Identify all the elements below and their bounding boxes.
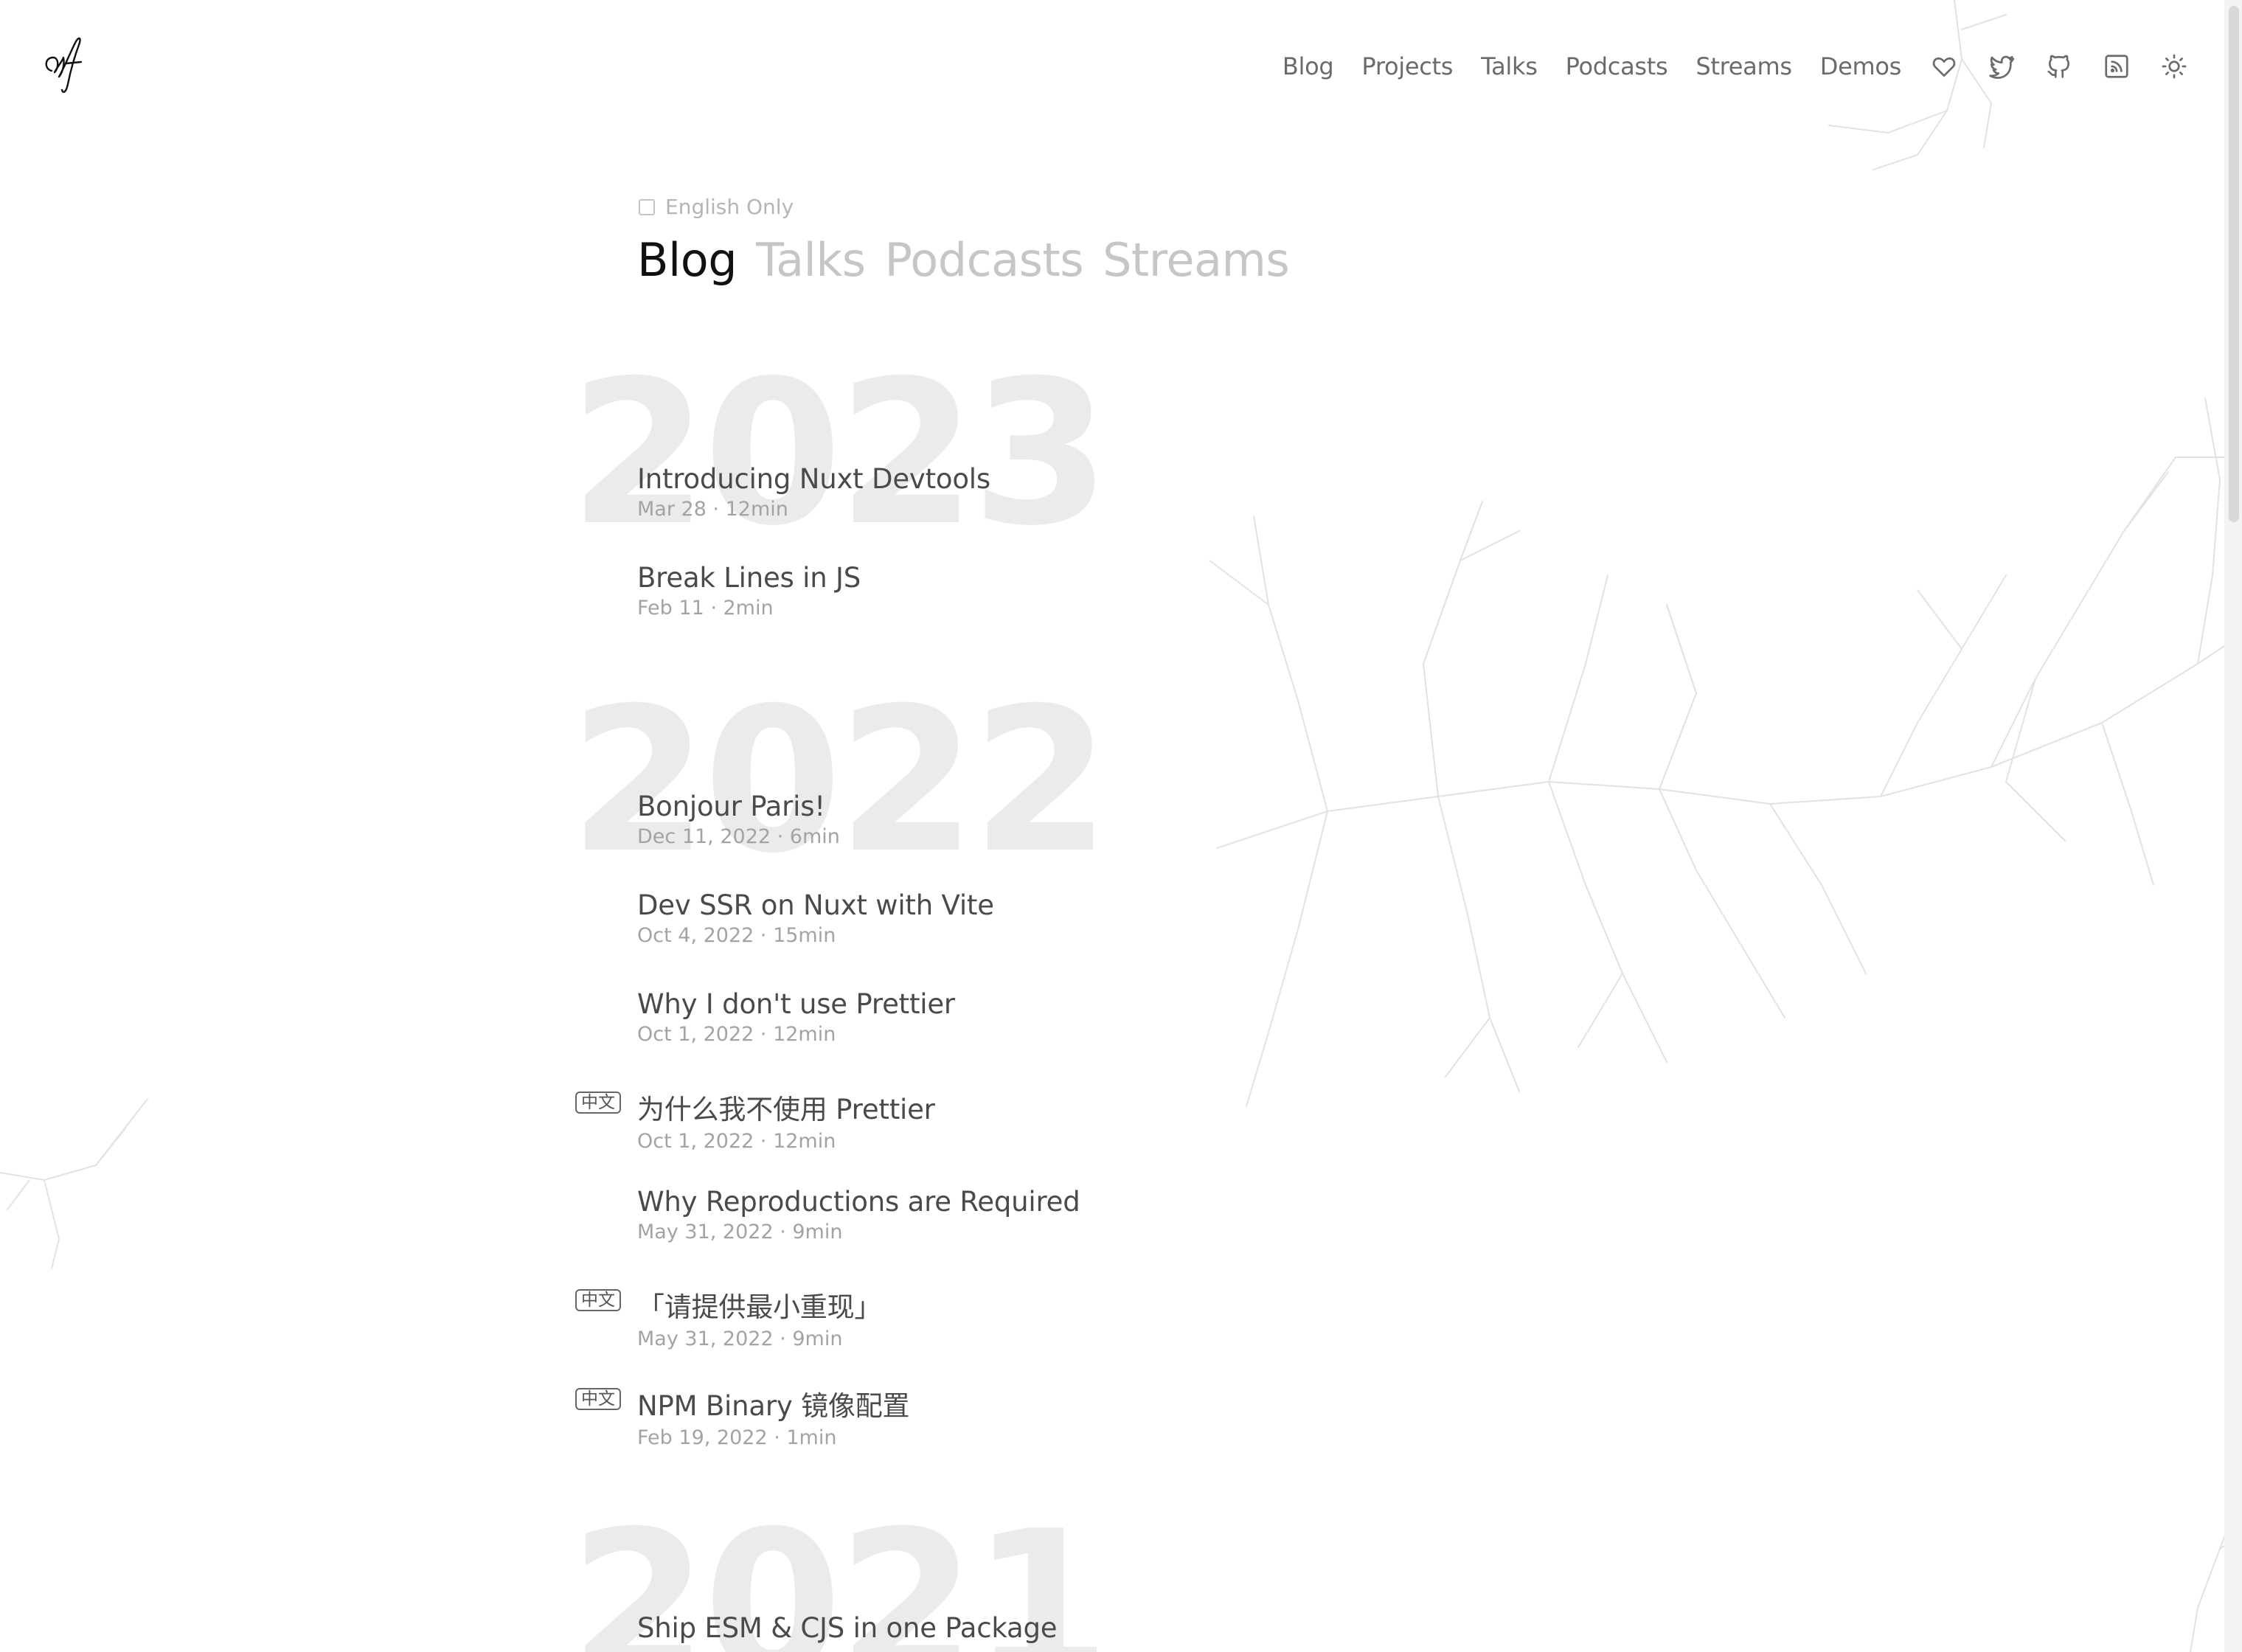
post-item[interactable]: Bonjour Paris! Dec 11, 2022 · 6min: [637, 791, 840, 848]
twitter-icon[interactable]: [1987, 52, 2016, 81]
nav-blog[interactable]: Blog: [1283, 52, 1334, 80]
post-item[interactable]: 中文 NPM Binary 镜像配置 Feb 19, 2022 · 1min: [575, 1384, 910, 1449]
sun-icon[interactable]: [2159, 52, 2189, 81]
tab-blog[interactable]: Blog: [637, 233, 738, 287]
post-title[interactable]: Break Lines in JS: [637, 562, 861, 594]
post-item[interactable]: Ship ESM & CJS in one Package: [637, 1612, 1057, 1644]
scrollbar-thumb[interactable]: [2229, 6, 2239, 522]
post-meta: May 31, 2022 · 9min: [637, 1328, 843, 1350]
section-tabs: Blog Talks Podcasts Streams: [637, 233, 1308, 287]
post-meta: Dec 11, 2022 · 6min: [637, 825, 840, 848]
nav-talks[interactable]: Talks: [1481, 52, 1538, 80]
heart-icon[interactable]: [1929, 52, 1959, 81]
post-title[interactable]: Dev SSR on Nuxt with Vite: [637, 889, 994, 921]
year-heading-2022: 2022: [569, 664, 1110, 897]
tab-talks[interactable]: Talks: [756, 233, 866, 287]
post-item[interactable]: Why I don't use Prettier Oct 1, 2022 · 1…: [637, 988, 955, 1046]
english-only-toggle[interactable]: English Only: [639, 195, 794, 219]
post-title[interactable]: NPM Binary 镜像配置: [637, 1384, 910, 1423]
nav-demos[interactable]: Demos: [1820, 52, 1902, 80]
nav-streams[interactable]: Streams: [1696, 52, 1792, 80]
post-title[interactable]: Why I don't use Prettier: [637, 988, 955, 1020]
post-item[interactable]: Break Lines in JS Feb 11 · 2min: [637, 562, 861, 620]
post-item[interactable]: 中文 为什么我不使用 Prettier Oct 1, 2022 · 12min: [575, 1087, 935, 1153]
language-badge: 中文: [575, 1289, 621, 1311]
language-badge: 中文: [575, 1388, 621, 1410]
top-nav: Blog Projects Talks Podcasts Streams Dem…: [1254, 43, 2189, 90]
english-only-checkbox[interactable]: [639, 198, 655, 215]
post-item[interactable]: Introducing Nuxt Devtools Mar 28 · 12min: [637, 463, 990, 521]
english-only-label: English Only: [665, 195, 794, 219]
signature-logo[interactable]: [41, 32, 86, 96]
tab-podcasts[interactable]: Podcasts: [885, 233, 1084, 287]
post-item[interactable]: Dev SSR on Nuxt with Vite Oct 4, 2022 · …: [637, 889, 994, 947]
post-title[interactable]: 「请提供最小重现」: [637, 1285, 881, 1325]
post-title[interactable]: Bonjour Paris!: [637, 791, 840, 822]
post-meta: Oct 1, 2022 · 12min: [637, 1023, 836, 1046]
post-item[interactable]: Why Reproductions are Required May 31, 2…: [637, 1186, 1080, 1243]
github-icon[interactable]: [2044, 52, 2074, 81]
post-title[interactable]: Introducing Nuxt Devtools: [637, 463, 990, 495]
post-title[interactable]: Ship ESM & CJS in one Package: [637, 1612, 1057, 1644]
language-badge: 中文: [575, 1092, 621, 1114]
post-meta: Mar 28 · 12min: [637, 498, 788, 521]
post-title[interactable]: Why Reproductions are Required: [637, 1186, 1080, 1218]
scrollbar[interactable]: [2224, 0, 2242, 1652]
rss-icon[interactable]: [2102, 52, 2131, 81]
post-meta: Oct 4, 2022 · 15min: [637, 924, 836, 947]
tab-streams[interactable]: Streams: [1103, 233, 1290, 287]
page: Blog Projects Talks Podcasts Streams Dem…: [0, 0, 2242, 1652]
nav-projects[interactable]: Projects: [1361, 52, 1453, 80]
post-meta: Feb 19, 2022 · 1min: [637, 1426, 837, 1449]
nav-podcasts[interactable]: Podcasts: [1566, 52, 1668, 80]
post-item[interactable]: 中文 「请提供最小重现」 May 31, 2022 · 9min: [575, 1285, 881, 1350]
post-meta: May 31, 2022 · 9min: [637, 1221, 843, 1243]
post-title[interactable]: 为什么我不使用 Prettier: [637, 1087, 935, 1127]
post-meta: Oct 1, 2022 · 12min: [637, 1130, 836, 1153]
post-meta: Feb 11 · 2min: [637, 597, 774, 620]
year-heading-2023: 2023: [569, 337, 1110, 569]
